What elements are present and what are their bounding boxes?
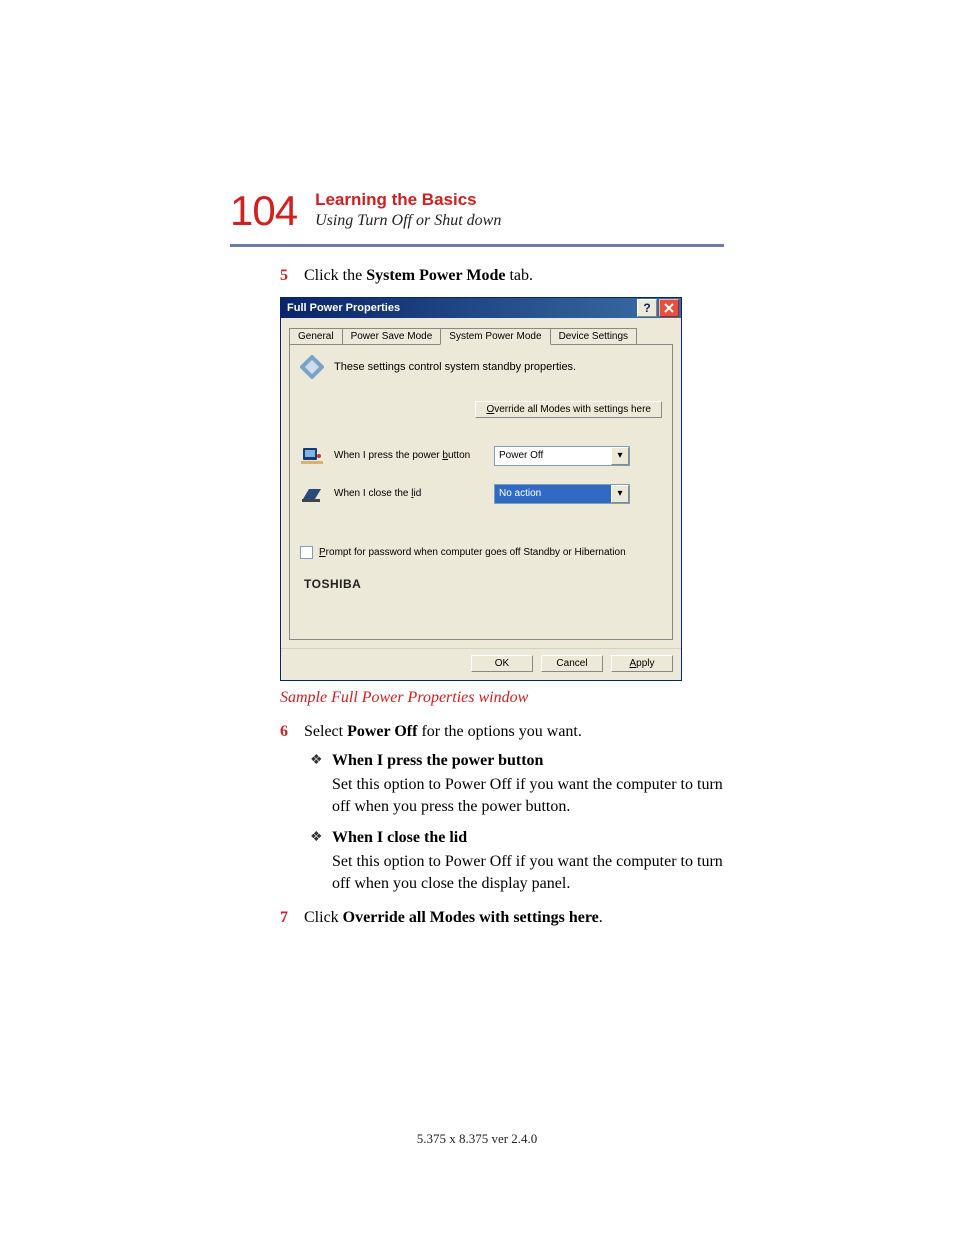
power-button-icon <box>300 444 324 468</box>
lid-select[interactable]: No action ▾ <box>494 484 630 504</box>
step-6: 6 Select Power Off for the options you w… <box>280 721 724 743</box>
password-checkbox[interactable] <box>300 546 313 559</box>
bullet-icon: ❖ <box>310 829 332 847</box>
bullet-label: When I close the lid <box>332 829 467 847</box>
bullet-2-desc: Set this option to Power Off if you want… <box>332 851 724 894</box>
cancel-button[interactable]: Cancel <box>541 655 603 672</box>
step-5: 5 Click the System Power Mode tab. <box>280 265 724 287</box>
ok-button[interactable]: OK <box>471 655 533 672</box>
step-text-post: for the options you want. <box>417 723 581 740</box>
section-title: Using Turn Off or Shut down <box>315 212 501 230</box>
chevron-down-icon: ▾ <box>611 485 629 503</box>
bullet-1: ❖ When I press the power button <box>310 752 724 770</box>
full-power-properties-dialog: Full Power Properties ? General Power Sa… <box>280 297 682 681</box>
chevron-down-icon: ▾ <box>611 447 629 465</box>
override-label-rest: verride all Modes with settings here <box>494 404 651 415</box>
step-number: 5 <box>280 265 304 287</box>
step-text: Select <box>304 723 347 740</box>
page-footer: 5.375 x 8.375 ver 2.4.0 <box>0 1131 954 1147</box>
page-header: 104 Learning the Basics Using Turn Off o… <box>230 190 724 232</box>
power-button-value: Power Off <box>499 450 543 461</box>
lid-value: No action <box>499 488 541 499</box>
bullet-icon: ❖ <box>310 752 332 770</box>
step-text: Click <box>304 909 343 926</box>
step-text: Click the <box>304 267 366 284</box>
password-checkbox-label: Prompt for password when computer goes o… <box>319 547 626 558</box>
step-text-post: . <box>599 909 603 926</box>
tab-general[interactable]: General <box>289 328 343 344</box>
close-button[interactable] <box>659 299 679 317</box>
tab-device-settings[interactable]: Device Settings <box>550 328 637 344</box>
power-button-select[interactable]: Power Off ▾ <box>494 446 630 466</box>
standby-icon <box>300 355 324 379</box>
brand-logo: TOSHIBA <box>304 577 662 591</box>
override-button[interactable]: Override all Modes with settings here <box>475 401 662 418</box>
bullet-1-desc: Set this option to Power Off if you want… <box>332 774 724 817</box>
step-text-post: tab. <box>505 267 533 284</box>
step-bold: System Power Mode <box>366 267 505 284</box>
header-divider <box>230 244 724 247</box>
dialog-title: Full Power Properties <box>287 302 400 314</box>
panel-description: These settings control system standby pr… <box>334 361 576 373</box>
apply-button[interactable]: Apply <box>611 655 673 672</box>
tab-power-save-mode[interactable]: Power Save Mode <box>342 328 442 344</box>
lid-icon <box>300 482 324 506</box>
tab-strip: General Power Save Mode System Power Mod… <box>289 324 673 344</box>
option-power-button-label: When I press the power button <box>334 450 484 461</box>
close-icon <box>664 303 674 313</box>
chapter-title: Learning the Basics <box>315 190 501 210</box>
dialog-titlebar[interactable]: Full Power Properties ? <box>281 298 681 318</box>
tab-panel: These settings control system standby pr… <box>289 344 673 640</box>
option-lid-label: When I close the lid <box>334 488 484 499</box>
tab-system-power-mode[interactable]: System Power Mode <box>440 328 550 345</box>
bullet-2: ❖ When I close the lid <box>310 829 724 847</box>
step-number: 7 <box>280 907 304 929</box>
step-7: 7 Click Override all Modes with settings… <box>280 907 724 929</box>
help-button[interactable]: ? <box>637 299 657 317</box>
step-bold: Power Off <box>347 723 417 740</box>
bullet-label: When I press the power button <box>332 752 543 770</box>
dialog-footer: OK Cancel Apply <box>281 648 681 680</box>
step-bold: Override all Modes with settings here <box>343 909 599 926</box>
step-number: 6 <box>280 721 304 743</box>
page-number: 104 <box>230 190 297 232</box>
figure-caption: Sample Full Power Properties window <box>280 689 724 707</box>
